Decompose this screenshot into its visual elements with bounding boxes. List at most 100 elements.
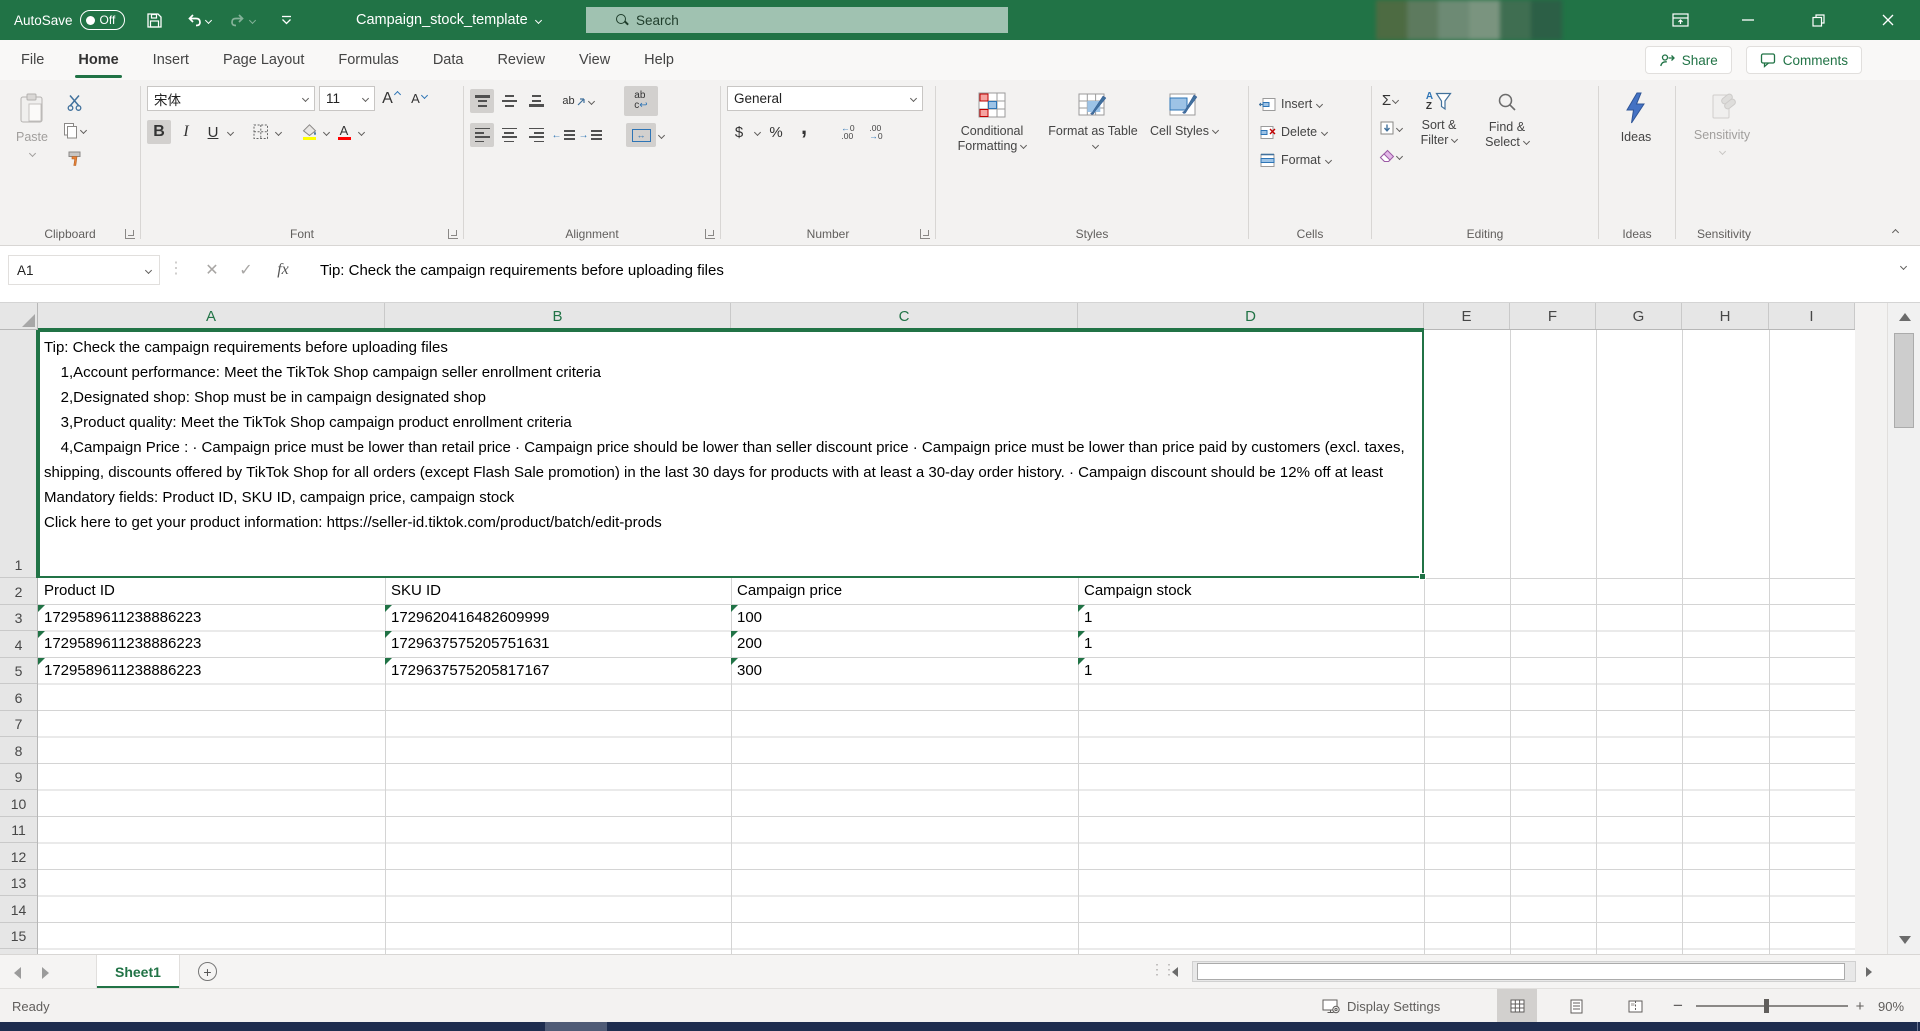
- underline-dropdown-icon[interactable]: [227, 128, 234, 135]
- tab-help[interactable]: Help: [627, 40, 691, 80]
- copy-button[interactable]: [62, 118, 86, 142]
- zoom-slider-thumb[interactable]: [1764, 999, 1769, 1013]
- row-header-8[interactable]: 8: [0, 737, 37, 764]
- cell-C4[interactable]: 200: [731, 631, 1078, 657]
- autosave-toggle[interactable]: AutoSave Off: [14, 10, 125, 30]
- fill-color-button[interactable]: [297, 120, 321, 144]
- underline-button[interactable]: U: [201, 120, 225, 144]
- autosum-button[interactable]: Σ: [1378, 88, 1402, 112]
- page-layout-view-button[interactable]: [1556, 989, 1596, 1023]
- row-header-2[interactable]: 2: [0, 578, 37, 605]
- cell-B4[interactable]: 1729637575205751631: [385, 631, 731, 657]
- row-header-5[interactable]: 5: [0, 658, 37, 685]
- tab-insert[interactable]: Insert: [136, 40, 206, 80]
- percent-style-button[interactable]: %: [764, 120, 788, 144]
- cell-A5[interactable]: 1729589611238886223: [38, 658, 385, 684]
- font-size-select[interactable]: 11: [319, 86, 375, 111]
- fill-color-dropdown-icon[interactable]: [323, 128, 330, 135]
- middle-align-button[interactable]: [497, 89, 521, 113]
- tab-formulas[interactable]: Formulas: [321, 40, 415, 80]
- close-button[interactable]: [1865, 0, 1911, 40]
- bottom-align-button[interactable]: [524, 89, 548, 113]
- cell-a1-selection[interactable]: Tip: Check the campaign requirements bef…: [38, 330, 1424, 578]
- font-name-select[interactable]: 宋体: [147, 86, 315, 111]
- borders-dropdown-icon[interactable]: [275, 128, 282, 135]
- merge-center-dropdown-icon[interactable]: [658, 131, 665, 138]
- scroll-down-icon[interactable]: [1899, 936, 1911, 944]
- undo-icon[interactable]: [183, 5, 213, 35]
- row-header-4[interactable]: 4: [0, 631, 37, 658]
- tab-home[interactable]: Home: [61, 40, 135, 80]
- scrollbar-resize-handle[interactable]: ⋮⋮: [1150, 961, 1174, 978]
- collapse-ribbon-icon[interactable]: [1892, 229, 1899, 236]
- row-header-9[interactable]: 9: [0, 764, 37, 791]
- tab-view[interactable]: View: [562, 40, 627, 80]
- cell-B5[interactable]: 1729637575205817167: [385, 658, 731, 684]
- scroll-up-icon[interactable]: [1899, 313, 1911, 321]
- wrap-text-button[interactable]: abc↩: [624, 86, 658, 116]
- cell-A3[interactable]: 1729589611238886223: [38, 605, 385, 631]
- row-header-13[interactable]: 13: [0, 870, 37, 897]
- accounting-format-button[interactable]: $: [727, 120, 751, 144]
- format-cells-button[interactable]: Format: [1255, 146, 1367, 174]
- font-color-button[interactable]: A: [332, 120, 356, 144]
- minimize-button[interactable]: [1725, 0, 1771, 40]
- vertical-scrollbar[interactable]: [1887, 303, 1920, 954]
- decrease-indent-button[interactable]: ←: [551, 123, 575, 147]
- column-header-C[interactable]: C: [731, 303, 1078, 329]
- ribbon-display-options-icon[interactable]: [1657, 0, 1703, 40]
- save-icon[interactable]: [139, 5, 169, 35]
- insert-function-icon[interactable]: fx: [268, 256, 298, 284]
- format-as-table-button[interactable]: Format as Table: [1046, 86, 1140, 198]
- column-header-H[interactable]: H: [1682, 303, 1769, 329]
- display-settings-button[interactable]: Display Settings: [1322, 989, 1440, 1023]
- normal-view-button[interactable]: [1497, 989, 1537, 1023]
- find-select-button[interactable]: Find & Select: [1476, 86, 1538, 198]
- cancel-icon[interactable]: ✕: [198, 256, 226, 284]
- page-break-preview-button[interactable]: [1615, 989, 1655, 1023]
- select-all-corner[interactable]: [0, 303, 38, 330]
- column-header-A[interactable]: A: [38, 303, 385, 329]
- column-header-F[interactable]: F: [1510, 303, 1596, 329]
- column-header-G[interactable]: G: [1596, 303, 1682, 329]
- share-button[interactable]: Share: [1645, 46, 1732, 74]
- cell-A4[interactable]: 1729589611238886223: [38, 631, 385, 657]
- column-header-D[interactable]: D: [1078, 303, 1424, 329]
- cell-B3[interactable]: 1729620416482609999: [385, 605, 731, 631]
- cut-button[interactable]: [62, 90, 86, 114]
- comma-style-button[interactable]: ,: [792, 120, 816, 144]
- name-box-dropdown-icon[interactable]: [145, 266, 152, 273]
- formula-input[interactable]: Tip: Check the campaign requirements bef…: [320, 255, 724, 285]
- clear-button[interactable]: [1378, 144, 1402, 168]
- bold-button[interactable]: B: [147, 120, 171, 144]
- insert-cells-button[interactable]: Insert: [1255, 90, 1367, 118]
- row-header-15[interactable]: 15: [0, 923, 37, 950]
- tab-review[interactable]: Review: [480, 40, 562, 80]
- horizontal-scroll-thumb[interactable]: [1197, 963, 1845, 980]
- enter-icon[interactable]: ✓: [232, 256, 260, 284]
- cell-C5[interactable]: 300: [731, 658, 1078, 684]
- next-sheet-icon[interactable]: [42, 967, 49, 979]
- prev-sheet-icon[interactable]: [14, 967, 21, 979]
- conditional-formatting-button[interactable]: Conditional Formatting: [942, 86, 1042, 198]
- increase-decimal-button[interactable]: ←0.00: [836, 120, 860, 144]
- row-header-12[interactable]: 12: [0, 843, 37, 870]
- zoom-level[interactable]: 90%: [1878, 989, 1904, 1023]
- quick-access-customize-icon[interactable]: [271, 5, 301, 35]
- undo-dropdown-icon[interactable]: [205, 16, 212, 23]
- align-right-button[interactable]: [524, 123, 548, 147]
- column-header-B[interactable]: B: [385, 303, 731, 329]
- zoom-slider-track[interactable]: [1696, 1005, 1848, 1007]
- row-header-6[interactable]: 6: [0, 684, 37, 711]
- tab-file[interactable]: File: [4, 40, 61, 80]
- comments-button[interactable]: Comments: [1746, 46, 1862, 74]
- cell-D5[interactable]: 1: [1078, 658, 1424, 684]
- sheet-tab-sheet1[interactable]: Sheet1: [96, 955, 180, 988]
- horizontal-scrollbar[interactable]: [1192, 961, 1856, 982]
- row-header-14[interactable]: 14: [0, 896, 37, 923]
- sort-filter-button[interactable]: AZ Sort & Filter: [1408, 86, 1470, 198]
- new-sheet-button[interactable]: +: [198, 962, 217, 981]
- vertical-scroll-thumb[interactable]: [1894, 333, 1914, 428]
- increase-indent-button[interactable]: →: [578, 123, 602, 147]
- name-box[interactable]: A1: [8, 255, 160, 285]
